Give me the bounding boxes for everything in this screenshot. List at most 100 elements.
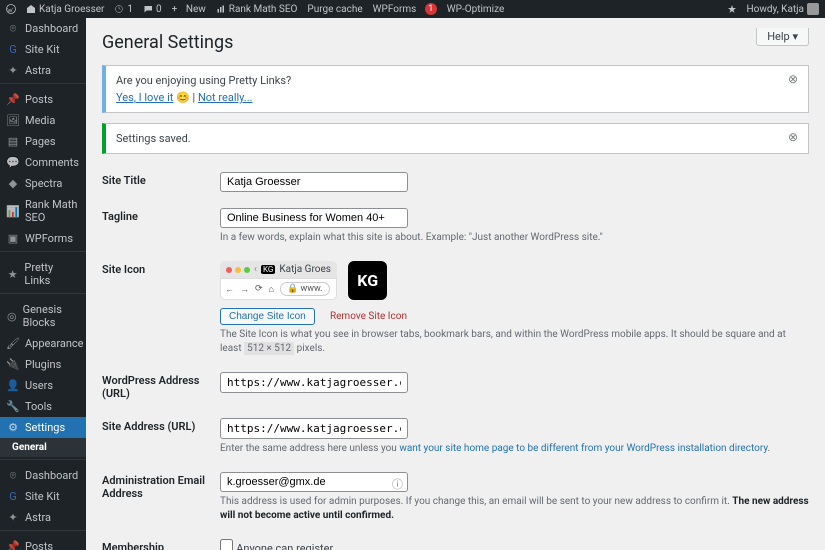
media-icon: 🖼 xyxy=(7,115,19,127)
wp-url-input[interactable] xyxy=(220,372,408,393)
saved-text: Settings saved. xyxy=(116,132,191,145)
admin-email-input[interactable] xyxy=(220,472,408,492)
dismiss-icon[interactable]: ⊗ xyxy=(788,72,802,86)
menu-media[interactable]: 🖼Media xyxy=(0,110,86,131)
menu-posts[interactable]: 📌Posts xyxy=(0,89,86,110)
admin-bar: Katja Groesser 1 0 + New Rank Math SEO P… xyxy=(0,0,825,18)
chevron-left-icon: ‹ xyxy=(254,264,257,275)
site-title-label: Site Title xyxy=(102,164,220,200)
slider-icon: ⚙ xyxy=(7,422,19,434)
back-icon: ← xyxy=(225,284,234,295)
menu-spectra[interactable]: ◆Spectra xyxy=(0,173,86,194)
menu-pages[interactable]: ▤Pages xyxy=(0,131,86,152)
plugin-icon: 🔌 xyxy=(7,359,19,371)
howdy-link[interactable]: Howdy, Katja xyxy=(747,3,819,15)
browser-mock: ‹ KG Katja Groes ← → ⟳ ⌂ 🔒 www. xyxy=(220,261,337,300)
purge-cache[interactable]: Purge cache xyxy=(307,4,362,15)
menu-sitekit[interactable]: GSite Kit xyxy=(0,39,86,60)
dismiss-icon[interactable]: ⊗ xyxy=(788,130,802,144)
tagline-label: Tagline xyxy=(102,200,220,253)
notice-question: Are you enjoying using Pretty Links? xyxy=(116,74,780,87)
content-area: Help ▾ General Settings ⊗ Are you enjoyi… xyxy=(86,18,825,550)
notice-no-link[interactable]: Not really... xyxy=(198,91,253,104)
menu-comments[interactable]: 💬Comments xyxy=(0,152,86,173)
menu-sitekit-2[interactable]: GSite Kit xyxy=(0,486,86,507)
astra-icon: ✦ xyxy=(7,65,19,77)
membership-checkbox[interactable] xyxy=(220,539,233,550)
submenu-general[interactable]: General xyxy=(0,438,86,457)
admin-sidebar: ⌾Dashboard GSite Kit ✦Astra 📌Posts 🖼Medi… xyxy=(0,18,86,550)
membership-checkbox-label[interactable]: Anyone can register xyxy=(220,541,333,550)
home-icon: ⌂ xyxy=(269,284,274,295)
pin-icon: 📌 xyxy=(7,541,19,550)
site-title-input[interactable] xyxy=(220,172,408,192)
menu-dashboard[interactable]: ⌾Dashboard xyxy=(0,18,86,39)
wpforms-badge: 1 xyxy=(425,3,437,15)
menu-users[interactable]: 👤Users xyxy=(0,375,86,396)
menu-settings[interactable]: ⚙Settings xyxy=(0,417,86,438)
site-name-text: Katja Groesser xyxy=(39,4,104,15)
plus-icon: + xyxy=(172,4,178,15)
tagline-desc: In a few words, explain what this site i… xyxy=(220,231,809,245)
reload-icon: ⟳ xyxy=(255,284,263,294)
menu-dashboard-2[interactable]: ⌾Dashboard xyxy=(0,465,86,486)
menu-tools[interactable]: 🔧Tools xyxy=(0,396,86,417)
emoji-icon: 😊 xyxy=(176,91,190,104)
chart-icon: 📊 xyxy=(7,205,19,217)
admin-email-label: Administration Email Address xyxy=(102,464,220,531)
avatar xyxy=(807,3,819,15)
pretty-links-notice: ⊗ Are you enjoying using Pretty Links? Y… xyxy=(102,65,809,113)
site-icon-label: Site Icon xyxy=(102,253,220,364)
star-icon: ★ xyxy=(7,268,18,280)
notice-yes-link[interactable]: Yes, I love it xyxy=(116,91,173,104)
forms-icon: ▣ xyxy=(7,233,19,245)
astra-icon: ✦ xyxy=(7,512,19,524)
change-site-icon-button[interactable]: Change Site Icon xyxy=(220,308,315,325)
brush-icon: 🖌 xyxy=(7,338,19,350)
dashboard-icon: ⌾ xyxy=(7,470,19,482)
menu-wpforms[interactable]: ▣WPForms xyxy=(0,228,86,249)
membership-label: Membership xyxy=(102,531,220,550)
sitekit-icon: G xyxy=(7,491,19,503)
menu-plugins[interactable]: 🔌Plugins xyxy=(0,354,86,375)
wpforms-bar[interactable]: WPForms 1 xyxy=(373,3,437,15)
wp-url-label: WordPress Address (URL) xyxy=(102,364,220,410)
info-icon: ⓘ xyxy=(392,476,403,492)
wp-logo[interactable] xyxy=(6,4,16,14)
tagline-input[interactable] xyxy=(220,208,408,228)
page-title: General Settings xyxy=(102,32,809,53)
performance-icon[interactable] xyxy=(727,4,737,14)
site-url-label: Site Address (URL) xyxy=(102,410,220,464)
forward-icon: → xyxy=(240,284,249,295)
site-icon-preview: KG xyxy=(348,261,387,300)
genesis-icon: ◎ xyxy=(7,310,17,322)
site-name-link[interactable]: Katja Groesser xyxy=(26,4,104,15)
menu-rankmath[interactable]: 📊Rank Math SEO xyxy=(0,194,86,228)
pages-icon: ▤ xyxy=(7,136,19,148)
site-url-desc: Enter the same address here unless you w… xyxy=(220,442,809,456)
comments-link[interactable]: 0 xyxy=(143,4,162,15)
updates-link[interactable]: 1 xyxy=(114,4,133,15)
help-tab[interactable]: Help ▾ xyxy=(756,28,809,46)
menu-astra-2[interactable]: ✦Astra xyxy=(0,507,86,528)
site-url-help-link[interactable]: want your site home page to be different… xyxy=(399,443,767,454)
menu-appearance[interactable]: 🖌Appearance xyxy=(0,333,86,354)
wpoptimize-bar[interactable]: WP-Optimize xyxy=(447,4,505,15)
admin-email-desc: This address is used for admin purposes.… xyxy=(220,495,809,523)
menu-genesis[interactable]: ◎Genesis Blocks xyxy=(0,299,86,333)
spectra-icon: ◆ xyxy=(7,178,19,190)
saved-notice: ⊗ Settings saved. xyxy=(102,123,809,154)
menu-prettylinks[interactable]: ★Pretty Links xyxy=(0,257,86,291)
sitekit-icon: G xyxy=(7,44,19,56)
user-icon: 👤 xyxy=(7,380,19,392)
new-link[interactable]: + New xyxy=(172,4,206,15)
wrench-icon: 🔧 xyxy=(7,401,19,413)
dashboard-icon: ⌾ xyxy=(7,23,19,35)
comments-icon: 💬 xyxy=(7,157,19,169)
remove-site-icon-link[interactable]: Remove Site Icon xyxy=(330,311,407,322)
menu-posts-2[interactable]: 📌Posts xyxy=(0,536,86,550)
site-url-input[interactable] xyxy=(220,418,408,439)
menu-astra[interactable]: ✦Astra xyxy=(0,60,86,81)
pin-icon: 📌 xyxy=(7,94,19,106)
rankmath-bar[interactable]: Rank Math SEO xyxy=(216,4,298,15)
